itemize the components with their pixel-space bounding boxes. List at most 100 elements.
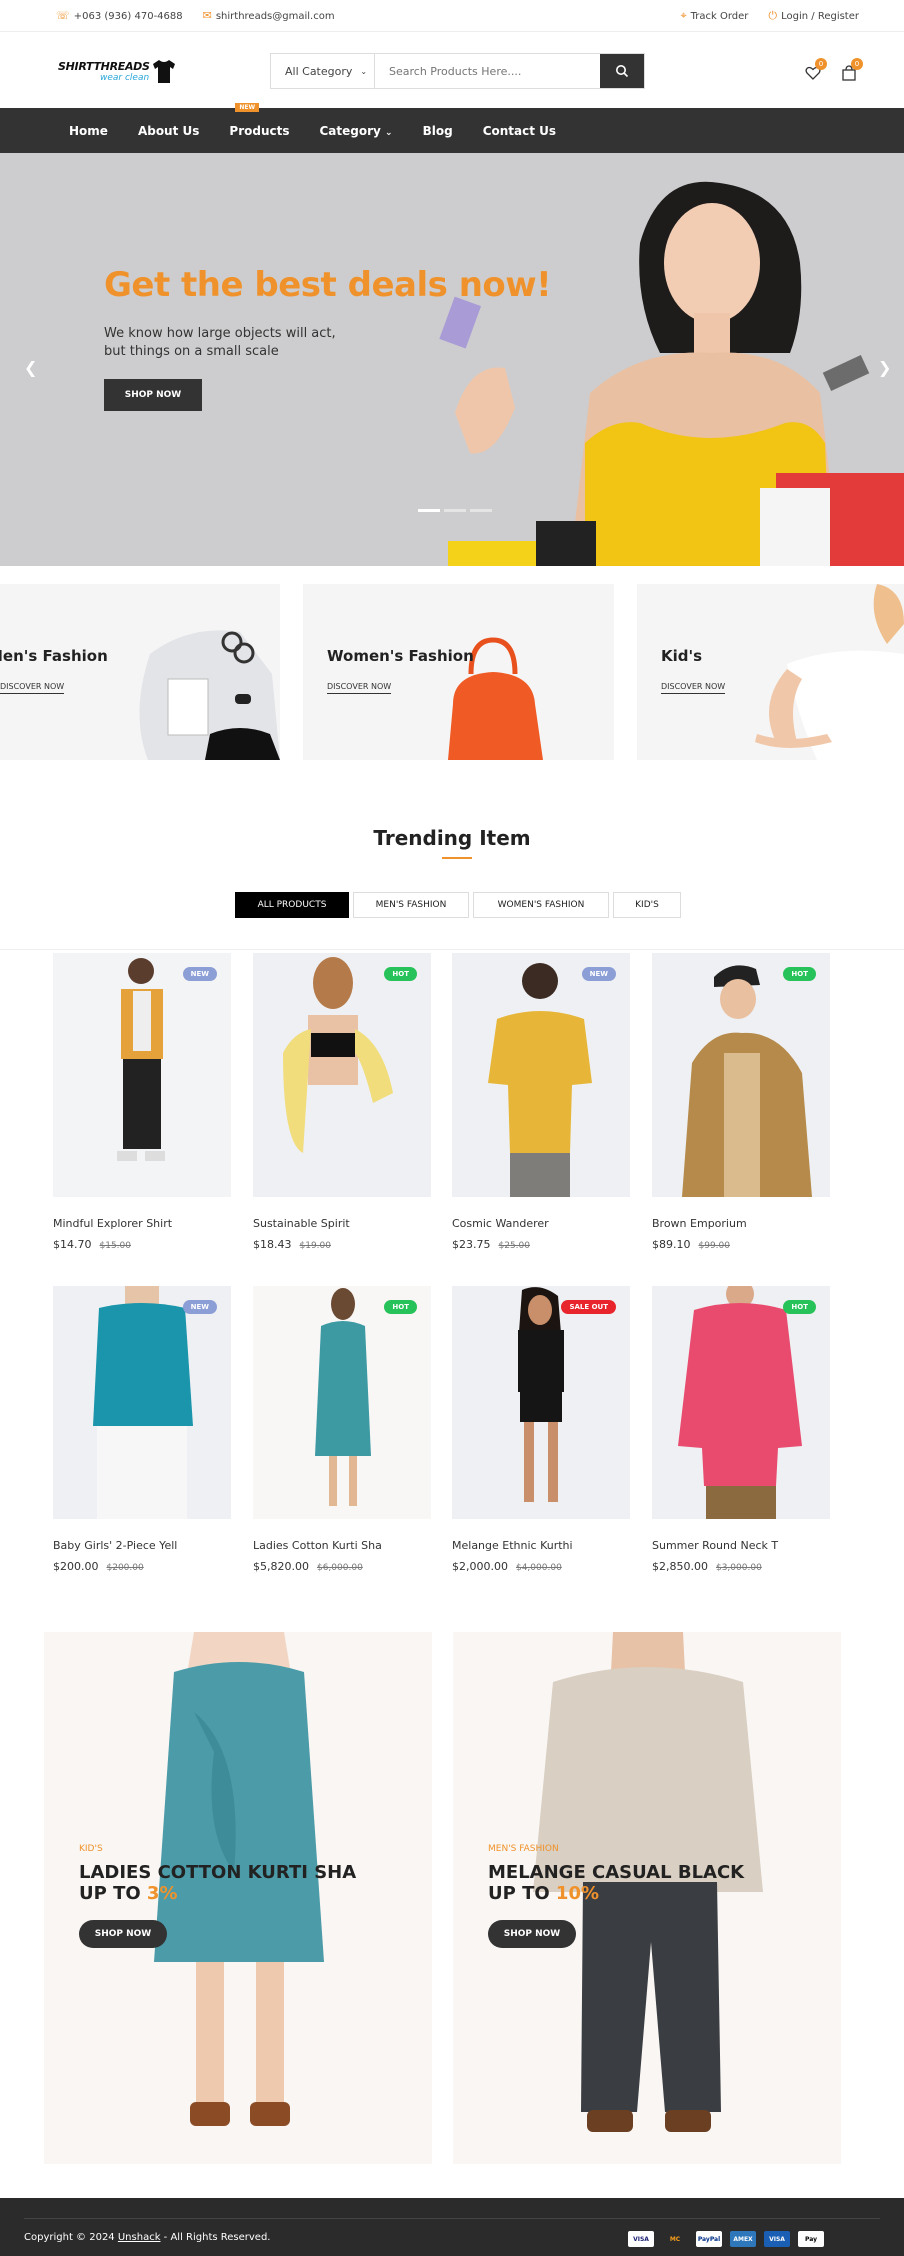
top-bar: ☏ +063 (936) 470-4688 ✉ shirthreads@gmail.… [0,0,904,32]
product-badge: HOT [384,1300,417,1314]
product-name[interactable]: Brown Emporium [652,1217,830,1230]
product-name[interactable]: Baby Girls' 2-Piece Yell [53,1539,231,1552]
product-current-price: $14.70 [53,1238,92,1251]
chevron-down-icon: ⌄ [360,66,368,76]
product-card[interactable]: NEW Baby Girls' 2-Piece Yell $200.00 $200… [53,1286,231,1573]
product-old-price: $6,000.00 [316,1563,363,1573]
email-contact[interactable]: ✉ shirthreads@gmail.com [203,9,335,22]
paypal-icon: PayPal [696,2231,722,2247]
product-card[interactable]: NEW Mindful Explorer Shirt $14.70 $15.00 [53,953,231,1251]
main-nav: Home About Us NEW Products Category ⌄ Blo… [0,102,904,153]
mail-icon: ✉ [202,9,212,22]
category-card-mens[interactable]: Men's Fashion DISCOVER NOW [0,584,280,760]
cart-button[interactable]: 0 [841,58,863,82]
product-image[interactable]: HOT [652,953,830,1197]
nav-about-us[interactable]: About Us [138,124,199,138]
tab-all-products[interactable]: ALL PRODUCTS [235,892,349,918]
track-order-label: Track Order [690,10,749,22]
location-pin-icon: ⌖ [680,8,687,22]
slider-dots [418,509,492,512]
product-card[interactable]: HOT Ladies Cotton Kurti Sha $5,820.00 $6,… [253,1286,431,1573]
tab-kids[interactable]: KID'S [613,892,681,918]
discover-now-link-mens[interactable]: DISCOVER NOW [0,682,65,694]
track-order-link[interactable]: ⌖ Track Order [680,9,748,23]
product-name[interactable]: Mindful Explorer Shirt [53,1217,231,1230]
discover-now-link-kids[interactable]: DISCOVER NOW [661,682,726,694]
apple-pay-icon: Pay [798,2231,824,2247]
hero-slider: Get the best deals now! We know how larg… [0,153,904,566]
product-photo [652,1286,830,1519]
search-bar: All Category ⌄ [270,53,645,89]
copyright-prefix: Copyright © 2024 [24,2232,118,2243]
slider-dot-3[interactable] [470,509,492,512]
product-name[interactable]: Summer Round Neck T [652,1539,830,1552]
category-select-label: All Category [285,64,353,78]
nav-category-label: Category [319,123,381,138]
site-logo[interactable]: SHIRTTHREADS wear clean [58,53,178,87]
nav-products[interactable]: NEW Products [229,102,290,138]
slider-dot-1[interactable] [418,509,440,512]
nav-home[interactable]: Home [69,124,108,138]
product-name[interactable]: Cosmic Wanderer [452,1217,630,1230]
product-image[interactable]: HOT [253,1286,431,1519]
product-old-price: $15.00 [99,1241,132,1251]
login-register-link[interactable]: ⏻ Login / Register [768,9,859,23]
search-icon [616,65,629,78]
product-card[interactable]: HOT Brown Emporium $89.10 $99.00 [652,953,830,1251]
wishlist-button[interactable]: 0 [805,58,827,82]
chevron-left-icon[interactable]: ❮ [24,358,37,377]
category-card-womens[interactable]: Women's Fashion DISCOVER NOW [303,584,614,760]
promo-banner-left[interactable]: KID'S LADIES COTTON KURTI SHA UP TO 3% SH… [44,1632,432,2164]
product-badge: HOT [384,967,417,981]
search-button[interactable] [600,54,644,88]
trending-tabs: ALL PRODUCTS MEN'S FASHION WOMEN'S FASHI… [235,892,685,918]
banner-shop-now-button[interactable]: SHOP NOW [79,1920,167,1948]
chevron-right-icon[interactable]: ❯ [878,358,891,377]
product-photo [652,953,830,1197]
product-image[interactable]: NEW [53,953,231,1197]
banner-headline-prefix: UP TO [79,1883,147,1904]
title-underline [442,857,472,859]
nav-blog[interactable]: Blog [423,124,453,138]
product-badge: HOT [783,1300,816,1314]
hero-shop-now-button[interactable]: SHOP NOW [104,379,202,411]
tshirt-logo-icon [153,60,175,83]
nav-contact-us[interactable]: Contact Us [483,124,556,138]
banner-kicker: KID'S [79,1844,103,1854]
banner-kicker: MEN'S FASHION [488,1844,559,1854]
product-name[interactable]: Sustainable Spirit [253,1217,431,1230]
phone-contact[interactable]: ☏ +063 (936) 470-4688 [56,9,183,22]
product-image[interactable]: HOT [253,953,431,1197]
nav-category[interactable]: Category ⌄ [320,124,393,138]
tab-womens-fashion[interactable]: WOMEN'S FASHION [473,892,609,918]
category-select[interactable]: All Category ⌄ [271,54,375,88]
promo-banner-right[interactable]: MEN'S FASHION MELANGE CASUAL BLACK UP TO … [453,1632,841,2164]
banner-discount: 10% [555,1883,600,1904]
product-current-price: $200.00 [53,1560,99,1573]
discover-now-link-womens[interactable]: DISCOVER NOW [327,682,392,694]
product-card[interactable]: SALE OUT Melange Ethnic Kurthi $2,000.00… [452,1286,630,1573]
banner-shop-now-button[interactable]: SHOP NOW [488,1920,576,1948]
product-price: $18.43 $19.00 [253,1238,431,1251]
banner-headline-line1: LADIES COTTON KURTI SHA [79,1862,357,1883]
copyright-link[interactable]: Unshack [118,2232,161,2243]
footer-divider [24,2218,880,2219]
category-card-kids[interactable]: Kid's DISCOVER NOW [637,584,904,760]
product-image[interactable]: SALE OUT [452,1286,630,1519]
product-price: $2,850.00 $3,000.00 [652,1560,830,1573]
product-name[interactable]: Ladies Cotton Kurti Sha [253,1539,431,1552]
product-name[interactable]: Melange Ethnic Kurthi [452,1539,630,1552]
womens-fashion-image [448,637,543,760]
product-card[interactable]: HOT Sustainable Spirit $18.43 $19.00 [253,953,431,1251]
email-text: shirthreads@gmail.com [215,11,335,22]
category-title-mens: Men's Fashion [0,647,108,665]
product-card[interactable]: HOT Summer Round Neck T $2,850.00 $3,000.… [652,1286,830,1573]
tab-mens-fashion[interactable]: MEN'S FASHION [353,892,469,918]
search-input[interactable] [375,54,600,88]
product-image[interactable]: NEW [452,953,630,1197]
product-image[interactable]: HOT [652,1286,830,1519]
slider-dot-2[interactable] [444,509,466,512]
product-card[interactable]: NEW Cosmic Wanderer $23.75 $25.00 [452,953,630,1251]
product-photo [253,953,431,1197]
product-image[interactable]: NEW [53,1286,231,1519]
